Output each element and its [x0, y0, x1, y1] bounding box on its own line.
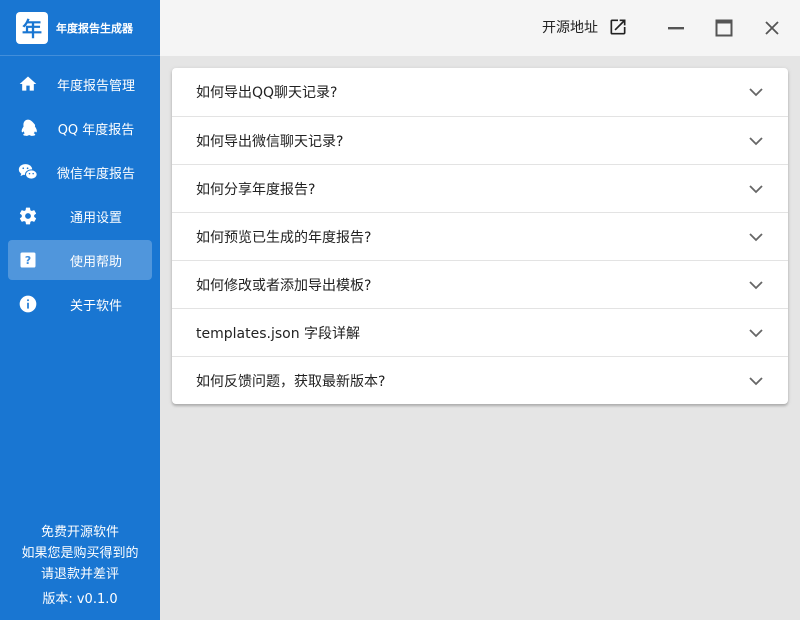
- sidebar-item-about[interactable]: 关于软件: [8, 284, 152, 324]
- minimize-icon: [668, 27, 684, 30]
- chevron-down-icon: [749, 377, 763, 386]
- faq-question: 如何预览已生成的年度报告?: [196, 230, 372, 246]
- chevron-down-icon: [749, 281, 763, 290]
- close-icon: [765, 21, 779, 35]
- app-title: 年度报告生成器: [56, 21, 133, 35]
- faq-item-export-qq[interactable]: 如何导出QQ聊天记录?: [172, 68, 788, 116]
- faq-question: templates.json 字段详解: [196, 326, 361, 342]
- sidebar: 年 年度报告生成器 年度报告管理 QQ 年度报告 微信年度报告 通用设置 ? 使…: [0, 0, 160, 620]
- open-in-new-icon: [610, 19, 626, 35]
- close-button[interactable]: [760, 16, 784, 40]
- faq-item-feedback[interactable]: 如何反馈问题，获取最新版本?: [172, 356, 788, 404]
- sidebar-item-general-settings[interactable]: 通用设置: [8, 196, 152, 236]
- version-label: 版本: v0.1.0: [42, 592, 118, 607]
- faq-question: 如何导出微信聊天记录?: [196, 134, 344, 150]
- info-icon: [18, 294, 38, 314]
- sidebar-item-qq-report[interactable]: QQ 年度报告: [8, 108, 152, 148]
- sidebar-item-report-management[interactable]: 年度报告管理: [8, 64, 152, 104]
- faq-item-edit-template[interactable]: 如何修改或者添加导出模板?: [172, 260, 788, 308]
- gear-icon: [18, 206, 38, 226]
- wechat-icon: [18, 162, 38, 182]
- chevron-down-icon: [749, 185, 763, 194]
- sidebar-item-label: 使用帮助: [69, 254, 122, 270]
- home-icon: [18, 74, 38, 94]
- source-code-link[interactable]: 开源地址: [542, 17, 628, 37]
- svg-text:?: ?: [25, 254, 31, 267]
- sidebar-item-help[interactable]: ? 使用帮助: [8, 240, 152, 280]
- title-bar: 开源地址: [160, 0, 800, 56]
- chevron-down-icon: [749, 88, 763, 97]
- help-icon: ?: [18, 250, 38, 270]
- footer-text-refund: 请退款并差评: [40, 567, 119, 582]
- sidebar-item-label: 微信年度报告: [56, 166, 135, 182]
- app-logo: 年: [16, 11, 48, 44]
- faq-item-preview-report[interactable]: 如何预览已生成的年度报告?: [172, 212, 788, 260]
- chevron-down-icon: [749, 137, 763, 146]
- faq-panel: 如何导出QQ聊天记录? 如何导出微信聊天记录? 如何分享年度报告? 如何预览已生…: [172, 68, 788, 404]
- sidebar-item-wechat-report[interactable]: 微信年度报告: [8, 152, 152, 192]
- maximize-button[interactable]: [712, 16, 736, 40]
- faq-item-templates-json[interactable]: templates.json 字段详解: [172, 308, 788, 356]
- faq-question: 如何反馈问题，获取最新版本?: [196, 374, 386, 390]
- sidebar-item-label: 关于软件: [69, 298, 122, 314]
- faq-question: 如何修改或者添加导出模板?: [196, 278, 372, 294]
- sidebar-item-label: QQ 年度报告: [57, 122, 135, 138]
- minimize-button[interactable]: [664, 16, 688, 40]
- chevron-down-icon: [749, 233, 763, 242]
- sidebar-nav: 年度报告管理 QQ 年度报告 微信年度报告 通用设置 ? 使用帮助 关于软件: [0, 56, 160, 324]
- maximize-icon: [715, 19, 733, 37]
- faq-question: 如何分享年度报告?: [196, 182, 316, 198]
- sidebar-item-label: 通用设置: [69, 210, 122, 226]
- footer-text-purchased: 如果您是购买得到的: [21, 546, 139, 561]
- faq-item-share-report[interactable]: 如何分享年度报告?: [172, 164, 788, 212]
- qq-penguin-icon: [18, 118, 38, 138]
- sidebar-footer: 免费开源软件 如果您是购买得到的 请退款并差评 版本: v0.1.0: [0, 522, 160, 610]
- chevron-down-icon: [749, 329, 763, 338]
- footer-text-free: 免费开源软件: [40, 525, 119, 540]
- sidebar-item-label: 年度报告管理: [56, 78, 135, 94]
- faq-item-export-wechat[interactable]: 如何导出微信聊天记录?: [172, 116, 788, 164]
- faq-question: 如何导出QQ聊天记录?: [196, 85, 338, 101]
- source-code-label: 开源地址: [542, 20, 598, 36]
- app-brand: 年 年度报告生成器: [0, 0, 160, 56]
